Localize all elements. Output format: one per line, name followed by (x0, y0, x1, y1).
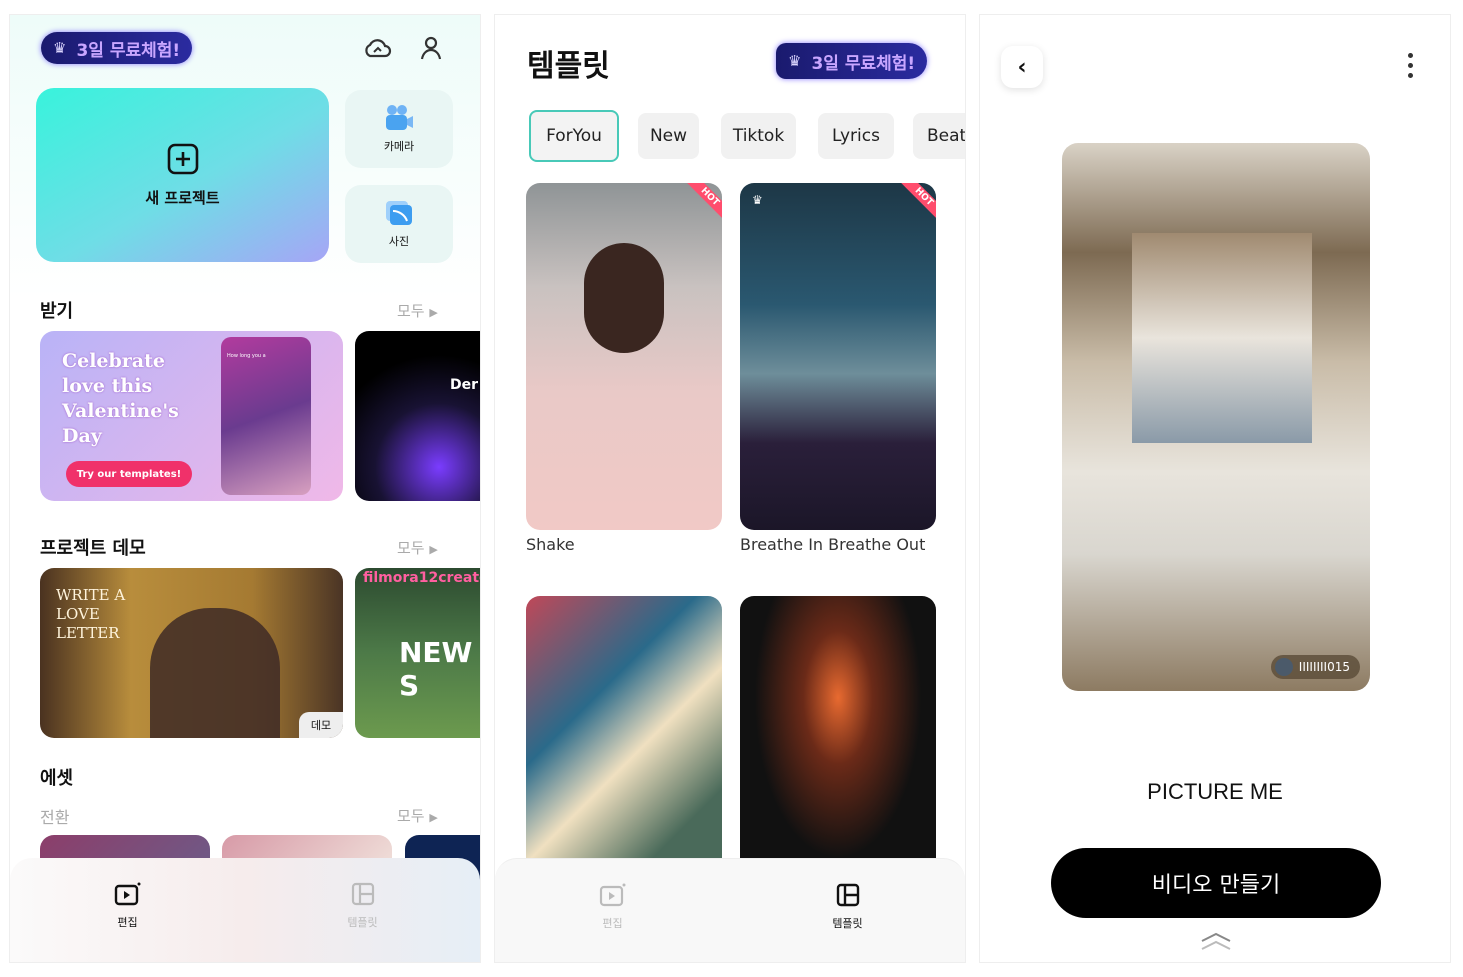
dark-card-text: Der (450, 377, 479, 393)
trial-label: 3일 무료체험! (811, 53, 916, 74)
chip-new[interactable]: New (638, 113, 699, 159)
see-all-label: 모두 (397, 539, 425, 557)
profile-icon[interactable] (420, 35, 442, 61)
demo-line-3: LETTER (56, 624, 120, 642)
nav-edit-label: 편집 (117, 916, 138, 929)
free-trial-badge[interactable]: ♛ 3일 무료체험! (41, 32, 193, 64)
chip-label: New (649, 126, 688, 146)
nav-edit[interactable]: 편집 (10, 858, 245, 962)
nav-edit-label: 편집 (602, 917, 623, 930)
chip-label: ForYou (546, 126, 602, 146)
template-card-breathe[interactable]: ♛ HOT (740, 183, 936, 530)
author-tag[interactable]: IIIIIIII015 (1270, 655, 1360, 679)
template-card-shake[interactable]: HOT (526, 183, 722, 530)
edit-video-icon (599, 883, 625, 907)
forest-demo-card[interactable]: filmora12create NEW S (355, 568, 481, 738)
author-avatar (1274, 658, 1293, 676)
templates-screen: 템플릿 ♛ 3일 무료체험! ForYou New Tiktok Lyrics … (494, 14, 966, 963)
template-card[interactable] (740, 596, 936, 886)
demo-line-1: WRITE A (56, 586, 126, 604)
template-detail-screen: ‹ IIIIIIII015 PICTURE ME 비디오 만들기 (979, 14, 1451, 963)
nav-templates[interactable]: 템플릿 (245, 858, 480, 962)
chip-tiktok[interactable]: Tiktok (721, 113, 796, 159)
camera-icon (386, 105, 413, 130)
template-label: Shake (526, 535, 575, 554)
back-button[interactable]: ‹ (1001, 46, 1043, 88)
double-chevron-up-icon[interactable] (1200, 931, 1232, 951)
chip-foryou[interactable]: ForYou (529, 110, 619, 162)
camera-label: 카메라 (383, 140, 415, 153)
play-arrow-icon: ▶ (429, 543, 438, 556)
section-title-assets: 에셋 (40, 768, 74, 789)
chip-lyrics[interactable]: Lyrics (818, 113, 894, 159)
photo-caption: How long you a (227, 353, 266, 359)
crown-icon: ♛ (752, 193, 763, 207)
see-all-label: 모두 (397, 807, 425, 825)
more-dots-icon (1407, 63, 1413, 68)
chevron-left-icon: ‹ (1017, 54, 1027, 80)
chip-label: Lyrics (832, 126, 880, 146)
chip-beat[interactable]: Beat (913, 113, 966, 159)
dark-template-card[interactable]: Der (355, 331, 480, 501)
template-label: Breathe In Breathe Out (740, 535, 926, 554)
template-icon (836, 883, 859, 907)
section-title-demo: 프로젝트 데모 (40, 538, 146, 559)
author-name: IIIIIIII015 (1298, 660, 1350, 674)
hot-badge: HOT (686, 183, 722, 221)
see-all-receive[interactable]: 모두 ▶ (397, 300, 438, 321)
love-letter-demo-card[interactable]: WRITE A LOVE LETTER 데모 (40, 568, 343, 738)
see-all-transition[interactable]: 모두 ▶ (397, 805, 438, 826)
edit-screen: ♛ 3일 무료체험! 새 프로젝트 카메라 사진 받기 모두 ▶ Celebra… (9, 14, 481, 963)
forest-handle: filmora12create (363, 570, 481, 586)
nav-templates-label: 템플릿 (347, 916, 378, 929)
see-all-label: 모두 (397, 302, 425, 320)
template-card[interactable] (526, 596, 722, 886)
photo-label: 사진 (388, 235, 410, 248)
hot-badge: HOT (900, 183, 936, 221)
chip-label: Beat (927, 126, 966, 146)
crown-icon: ♛ (53, 39, 67, 57)
make-video-button[interactable]: 비디오 만들기 (1051, 848, 1381, 918)
play-arrow-icon: ▶ (429, 811, 438, 824)
trial-label: 3일 무료체험! (76, 40, 181, 61)
section-title-receive: 받기 (40, 301, 74, 322)
free-trial-badge[interactable]: ♛ 3일 무료체험! (776, 43, 928, 79)
forest-headline: NEW S (399, 636, 473, 702)
see-all-demo[interactable]: 모두 ▶ (397, 537, 438, 558)
nav-edit[interactable]: 편집 (495, 859, 730, 962)
nav-templates-label: 템플릿 (832, 917, 863, 930)
photo-icon (386, 201, 412, 225)
cloud-icon[interactable] (362, 37, 392, 59)
template-preview-video[interactable]: IIIIIIII015 (1062, 143, 1370, 691)
demo-badge: 데모 (299, 712, 343, 738)
chip-label: Tiktok (732, 126, 785, 146)
subsection-transition: 전환 (40, 808, 70, 827)
couple-photo: How long you a (221, 337, 311, 495)
portrait (584, 243, 664, 353)
bottom-nav: 편집 템플릿 (10, 858, 480, 962)
page-title: 템플릿 (527, 49, 610, 84)
edit-video-icon (114, 882, 140, 906)
more-dots-icon (1407, 73, 1413, 78)
preview-subject (1132, 233, 1312, 443)
try-templates-button[interactable]: Try our templates! (66, 461, 192, 487)
nav-templates[interactable]: 템플릿 (730, 859, 965, 962)
template-icon (351, 882, 374, 906)
template-name: PICTURE ME (1147, 779, 1283, 804)
more-options-button[interactable] (1406, 53, 1414, 78)
more-dots-icon (1407, 53, 1413, 58)
new-project-button[interactable]: 새 프로젝트 (36, 88, 329, 262)
bottom-nav: 편집 템플릿 (495, 858, 965, 962)
photo-button[interactable]: 사진 (345, 185, 453, 263)
valentine-headline: Celebrate love this Valentine's Day (62, 350, 179, 447)
new-project-label: 새 프로젝트 (145, 188, 220, 207)
camera-button[interactable]: 카메라 (345, 90, 453, 168)
play-arrow-icon: ▶ (429, 306, 438, 319)
plus-square-icon (167, 143, 198, 174)
crown-icon: ♛ (788, 52, 802, 70)
demo-line-2: LOVE (56, 605, 100, 623)
valentine-template-card[interactable]: Celebrate love this Valentine's Day How … (40, 331, 343, 501)
silhouette (150, 608, 280, 738)
